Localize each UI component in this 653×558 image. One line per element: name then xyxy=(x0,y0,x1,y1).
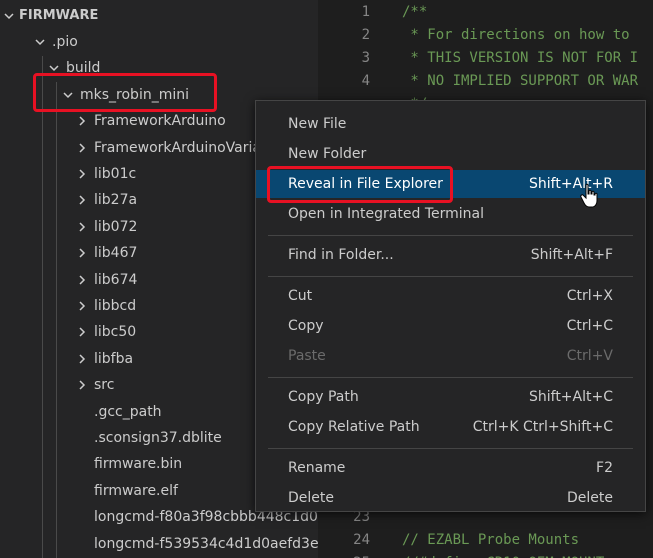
menu-item-shortcut: Shift+Alt+C xyxy=(528,389,613,405)
menu-item-shortcut: Shift+Alt+R xyxy=(529,176,613,192)
menu-item-shortcut: Shift+Alt+F xyxy=(530,247,613,263)
menu-item-label: Copy Relative Path xyxy=(288,419,420,435)
chevron-right-icon xyxy=(75,161,89,187)
chevron-right-icon xyxy=(75,108,89,134)
menu-item-delete[interactable]: Delete Delete xyxy=(256,484,645,512)
code-line: // EZABL Probe Mounts xyxy=(402,531,580,548)
menu-separator xyxy=(268,276,633,277)
menu-item-shortcut: Ctrl+K Ctrl+Shift+C xyxy=(472,419,613,435)
menu-item-copy-path[interactable]: Copy Path Shift+Alt+C xyxy=(256,383,645,411)
menu-item-label: Rename xyxy=(288,460,346,476)
menu-item-label: Open in Integrated Terminal xyxy=(288,206,484,222)
code-line: * THIS VERSION IS NOT FOR I xyxy=(402,49,639,66)
chevron-right-icon xyxy=(75,240,89,266)
tree-item-label: lib467 xyxy=(94,245,138,262)
code-line: * NO IMPLIED SUPPORT OR WAR xyxy=(402,72,639,89)
tree-item-label: FrameworkArduinoVariant xyxy=(94,139,276,156)
chevron-right-icon xyxy=(75,187,89,213)
explorer-header[interactable]: FIRMWARE xyxy=(0,3,318,29)
menu-item-label: New File xyxy=(288,116,347,132)
line-number: 2 xyxy=(361,26,370,43)
mouse-cursor-icon xyxy=(580,183,598,208)
line-number: 3 xyxy=(361,49,370,66)
tree-item-label: lib01c xyxy=(94,166,137,182)
menu-item-label: Cut xyxy=(288,288,313,304)
menu-item-label: Delete xyxy=(288,490,334,506)
tree-item-label: .pio xyxy=(52,34,78,50)
tree-item-label: .sconsign37.dblite xyxy=(94,430,222,446)
indent-guide xyxy=(56,82,57,558)
chevron-right-icon xyxy=(75,135,89,161)
indent-guide xyxy=(42,56,43,558)
menu-item-paste: Paste Ctrl+V xyxy=(256,342,645,370)
tree-item-label: src xyxy=(94,377,115,394)
menu-item-find-in-folder[interactable]: Find in Folder... Shift+Alt+F xyxy=(256,241,645,269)
tree-item[interactable]: .pio xyxy=(0,29,318,55)
explorer-header-label: FIRMWARE xyxy=(19,8,99,23)
menu-item-label: Find in Folder... xyxy=(288,247,394,263)
menu-separator xyxy=(268,448,633,449)
menu-separator xyxy=(268,377,633,378)
code-line: * For directions on how to xyxy=(402,26,630,43)
tree-item-label: longcmd-f539534c4d1d0aefd3ef... xyxy=(94,535,318,552)
chevron-right-icon xyxy=(75,346,89,372)
menu-item-label: Paste xyxy=(288,348,326,364)
line-number: 25 xyxy=(318,552,370,558)
menu-item-shortcut: F2 xyxy=(596,460,613,476)
chevron-right-icon xyxy=(75,214,89,240)
menu-item-cut[interactable]: Cut Ctrl+X xyxy=(256,282,645,310)
chevron-right-icon xyxy=(75,293,89,319)
menu-item-new-file[interactable]: New File xyxy=(256,110,645,138)
chevron-down-icon xyxy=(2,3,16,29)
tree-item[interactable]: longcmd-f539534c4d1d0aefd3ef... xyxy=(0,531,318,557)
menu-item-label: Copy xyxy=(288,318,324,334)
menu-item-copy-relative-path[interactable]: Copy Relative Path Ctrl+K Ctrl+Shift+C xyxy=(256,413,645,441)
menu-item-shortcut: Ctrl+V xyxy=(566,348,613,364)
menu-separator xyxy=(268,235,633,236)
tree-item-label: libfba xyxy=(94,350,134,367)
chevron-right-icon xyxy=(75,319,89,345)
menu-item-new-folder[interactable]: New Folder xyxy=(256,140,645,168)
tree-item-label: libc50 xyxy=(94,324,137,341)
tree-item-label: lib072 xyxy=(94,218,138,235)
tree-item-label: firmware.elf xyxy=(94,482,178,499)
chevron-right-icon xyxy=(75,267,89,293)
annotation-box-folder xyxy=(33,73,217,112)
tree-item-label: lib27a xyxy=(94,192,138,209)
tree-item-label: .gcc_path xyxy=(94,403,162,420)
menu-item-label: Copy Path xyxy=(288,389,359,405)
tree-item-label: firmware.bin xyxy=(94,456,183,473)
tree-item-label: libbcd xyxy=(94,298,137,314)
chevron-right-icon xyxy=(75,372,89,398)
annotation-box-menu-item xyxy=(267,166,453,203)
context-menu: New File New Folder Reveal in File Explore… xyxy=(255,100,646,512)
menu-item-rename[interactable]: Rename F2 xyxy=(256,454,645,482)
tree-item-label: lib674 xyxy=(94,271,138,288)
line-number: 1 xyxy=(361,4,370,20)
line-number: 24 xyxy=(353,531,370,548)
chevron-down-icon xyxy=(33,29,47,55)
menu-item-label: New Folder xyxy=(288,146,367,162)
menu-item-copy[interactable]: Copy Ctrl+C xyxy=(256,312,645,340)
menu-item-shortcut: Delete xyxy=(567,490,613,506)
code-line: /** xyxy=(402,4,428,20)
line-number: 4 xyxy=(361,72,370,89)
code-line: //#define CR10_OEM_MOUNT xyxy=(402,552,604,558)
tree-item-label: FrameworkArduino xyxy=(94,113,226,130)
menu-item-shortcut: Ctrl+C xyxy=(566,318,613,334)
menu-item-shortcut: Ctrl+X xyxy=(566,288,613,304)
